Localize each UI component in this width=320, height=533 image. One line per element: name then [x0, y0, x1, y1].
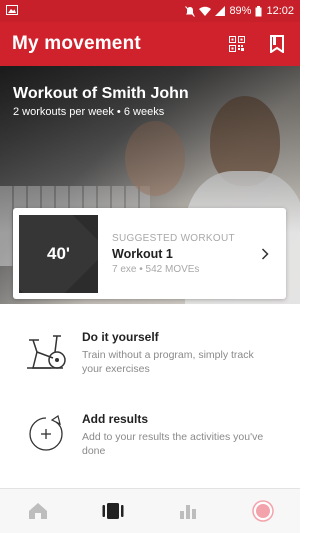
home-icon[interactable] [18, 491, 58, 531]
chevron-right-icon[interactable] [254, 247, 276, 260]
clock: 12:02 [266, 5, 294, 17]
workout-duration: 40' [47, 243, 70, 263]
option-description: Train without a program, simply track yo… [82, 349, 254, 375]
workouts-icon[interactable] [93, 491, 133, 531]
mute-icon [185, 5, 196, 17]
option-title: Add results [82, 412, 149, 426]
add-results-icon [18, 412, 74, 482]
card-title: Workout 1 [112, 246, 173, 261]
workout-thumbnail: 40' [19, 214, 98, 293]
battery-percent: 89% [229, 5, 252, 17]
option-description: Add to your results the activities you'v… [82, 431, 264, 457]
do-it-yourself-option[interactable]: Do it yourself Train without a program, … [0, 330, 300, 400]
card-eyebrow: SUGGESTED WORKOUT [112, 232, 235, 244]
card-meta: 7 exe • 542 MOVEs [112, 263, 200, 275]
image-notification-icon [6, 4, 18, 18]
status-bar: 89% 12:02 [0, 0, 300, 22]
app-bar: My movement [0, 22, 300, 66]
option-title: Do it yourself [82, 330, 159, 344]
wifi-icon [199, 6, 212, 16]
bookmark-icon[interactable] [266, 33, 288, 55]
page-title: My movement [12, 33, 141, 54]
hero-title: Workout of Smith John [13, 85, 189, 102]
add-results-option[interactable]: Add results Add to your results the acti… [0, 412, 300, 482]
stats-icon[interactable] [168, 491, 208, 531]
battery-icon [255, 5, 262, 17]
suggested-workout-card[interactable]: 40' SUGGESTED WORKOUT Workout 1 7 exe • … [13, 208, 286, 299]
profile-icon[interactable] [243, 491, 283, 531]
signal-icon [215, 6, 226, 16]
hero-subtitle: 2 workouts per week • 6 weeks [13, 106, 165, 118]
exercise-bike-icon [18, 330, 74, 400]
qr-code-icon[interactable] [226, 33, 248, 55]
bottom-navigation [0, 488, 300, 533]
